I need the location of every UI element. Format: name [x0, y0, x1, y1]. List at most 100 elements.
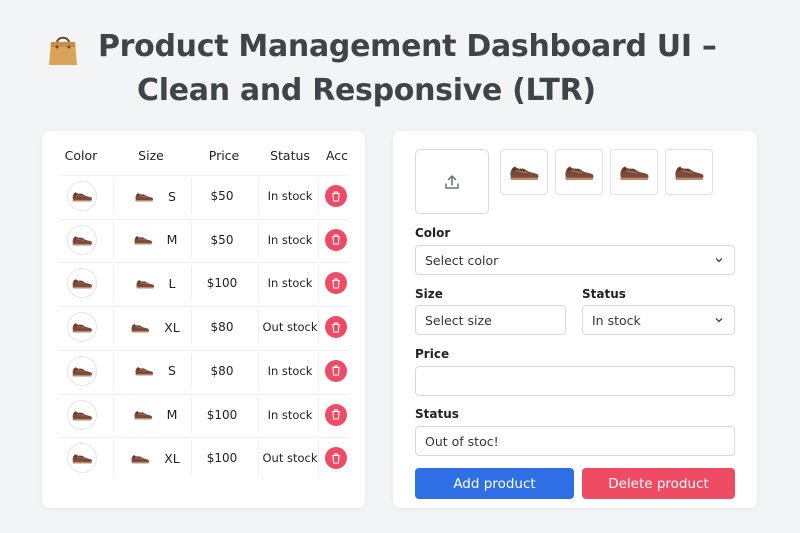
color-label: Color — [415, 226, 451, 240]
status-cell: In stock — [267, 363, 313, 378]
shoe-icon — [508, 162, 540, 182]
product-form-card: Color Select color Size Select size Stat… — [393, 131, 757, 508]
status-text-label: Status — [415, 407, 459, 421]
upload-icon — [445, 174, 459, 189]
color-swatch — [66, 443, 97, 474]
status-cell: Out stock — [262, 451, 318, 466]
trash-icon — [332, 409, 340, 420]
color-swatch — [66, 355, 97, 386]
action-cell — [323, 176, 349, 216]
delete-row-button[interactable] — [325, 359, 347, 382]
price-input[interactable] — [415, 366, 735, 396]
status-select[interactable]: In stock — [582, 305, 735, 335]
delete-row-button[interactable] — [325, 272, 347, 295]
status-cell: In stock — [267, 189, 313, 203]
action-cell — [323, 395, 349, 435]
trash-icon — [332, 278, 340, 289]
shoe-icon — [71, 364, 93, 378]
shoe-icon — [134, 190, 154, 203]
color-cell — [59, 307, 104, 347]
action-cell — [323, 263, 349, 303]
size-cell: L — [119, 263, 191, 303]
image-thumbnail[interactable] — [555, 149, 603, 195]
image-upload-button[interactable] — [415, 149, 489, 214]
trash-icon — [332, 190, 340, 202]
status-cell: In stock — [267, 232, 313, 247]
table-row: XL $80 Out stock — [59, 306, 349, 346]
shoe-icon — [673, 162, 705, 182]
price-label: Price — [415, 347, 450, 361]
action-cell — [323, 307, 349, 347]
size-value: L — [168, 275, 176, 291]
column-color: Color — [64, 148, 98, 163]
action-cell — [323, 220, 349, 260]
delete-row-button[interactable] — [325, 403, 347, 426]
size-value: M — [166, 407, 178, 422]
trash-icon — [332, 365, 340, 376]
image-thumbnail[interactable] — [500, 149, 548, 195]
product-table-card: Color Size Price Status Acc S $50 In stock… — [42, 131, 365, 508]
action-cell — [323, 351, 349, 391]
delete-row-button[interactable] — [325, 228, 347, 251]
price-cell: $50 — [210, 189, 234, 203]
size-value: S — [168, 188, 176, 204]
shoe-icon — [130, 452, 150, 465]
trash-icon — [332, 322, 340, 333]
status-text-input[interactable]: Out of stoc! — [415, 426, 735, 456]
size-cell: S — [119, 351, 191, 391]
color-swatch — [66, 268, 97, 299]
size-cell: M — [119, 395, 191, 435]
add-product-button[interactable]: Add product — [415, 468, 574, 499]
status-cell: Out stock — [262, 320, 318, 335]
shoe-icon — [618, 162, 650, 182]
size-cell: XL — [119, 307, 191, 347]
size-value: S — [168, 363, 176, 379]
color-swatch — [66, 224, 97, 255]
chevron-down-icon — [715, 258, 723, 263]
price-cell: $100 — [206, 451, 238, 466]
delete-row-button[interactable] — [325, 447, 347, 470]
shoe-icon — [71, 233, 93, 247]
table-row: S $50 In stock — [59, 175, 349, 215]
image-thumbnail[interactable] — [610, 149, 658, 195]
delete-row-button[interactable] — [325, 185, 347, 207]
status-label: Status — [582, 287, 626, 301]
title-line-2: Clean and Responsive (LTR) — [137, 73, 596, 108]
size-cell: M — [119, 220, 191, 260]
trash-icon — [332, 234, 340, 245]
trash-icon — [332, 453, 340, 464]
size-cell: XL — [119, 438, 191, 478]
action-cell — [323, 438, 349, 478]
column-status: Status — [270, 148, 310, 163]
status-select-value: In stock — [592, 312, 641, 328]
delete-product-button[interactable]: Delete product — [582, 468, 735, 499]
column-actions: Acc — [325, 148, 349, 163]
size-label: Size — [415, 287, 443, 301]
color-cell — [59, 220, 104, 260]
shoe-icon — [71, 320, 93, 334]
shoe-icon — [71, 276, 93, 290]
price-cell: $80 — [210, 320, 234, 335]
shoe-icon — [563, 162, 595, 182]
color-cell — [59, 351, 104, 391]
price-cell: $50 — [210, 232, 234, 247]
color-cell — [59, 263, 104, 303]
shoe-icon — [71, 189, 93, 203]
delete-row-button[interactable] — [325, 316, 347, 339]
chevron-down-icon — [715, 318, 723, 323]
color-swatch — [66, 399, 97, 430]
size-input[interactable]: Select size — [415, 305, 566, 335]
color-cell — [59, 395, 104, 435]
table-row: XL $100 Out stock — [59, 437, 349, 477]
color-swatch — [66, 312, 97, 343]
image-thumbnail[interactable] — [665, 149, 713, 195]
status-cell: In stock — [267, 276, 313, 291]
color-select-value: Select color — [425, 252, 499, 268]
table-row: S $80 In stock — [59, 349, 349, 391]
shoe-icon — [134, 364, 154, 377]
status-cell: In stock — [267, 407, 313, 422]
color-select[interactable]: Select color — [415, 245, 735, 275]
shoe-icon — [133, 408, 153, 421]
shopping-bag-icon — [49, 36, 77, 65]
price-cell: $100 — [206, 276, 238, 291]
